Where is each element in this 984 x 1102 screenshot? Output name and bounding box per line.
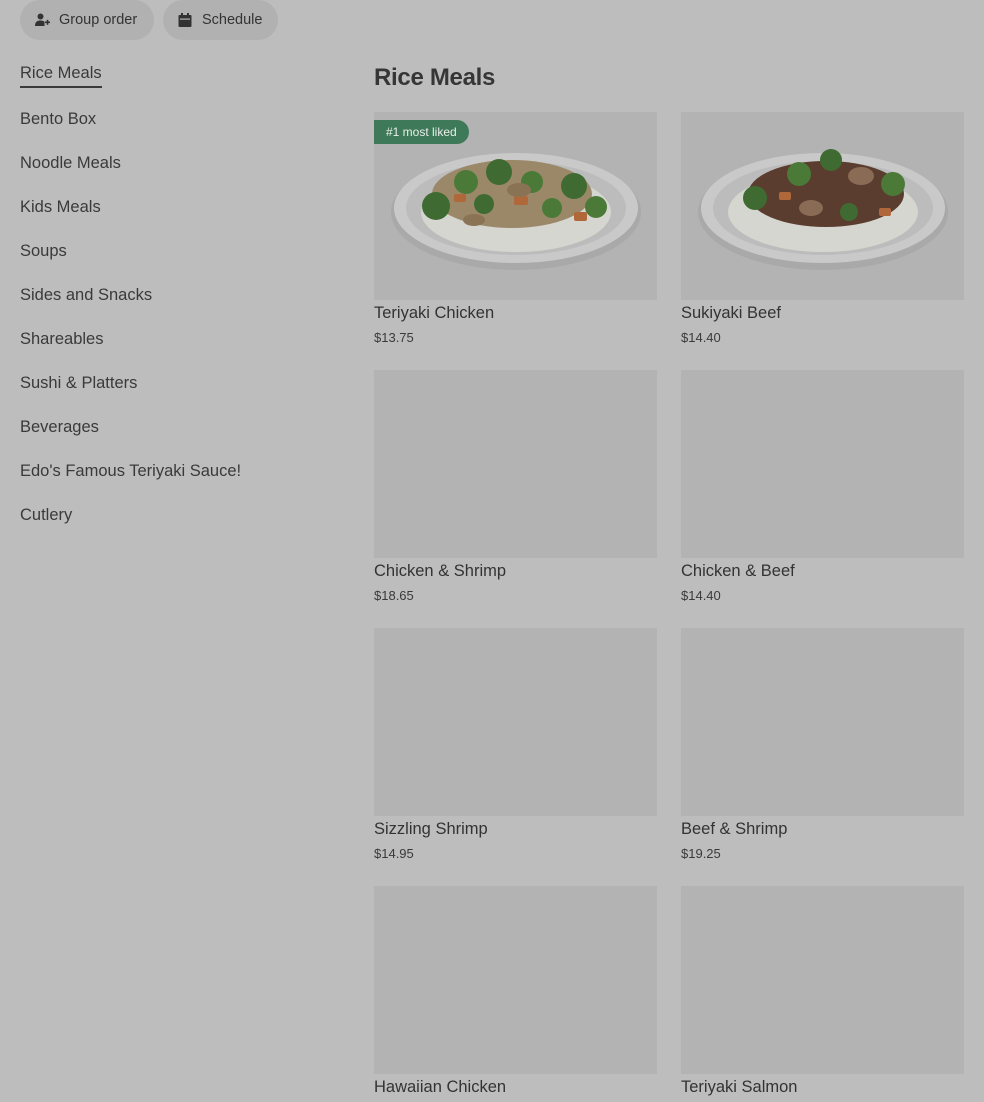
item-price: $14.40 [681,330,721,345]
item-image-placeholder [681,886,964,1074]
item-price: $18.65 [374,588,414,603]
item-image-placeholder [374,628,657,816]
item-image-placeholder [681,628,964,816]
schedule-button[interactable]: Schedule [163,0,278,40]
schedule-label: Schedule [202,12,263,28]
item-price: $14.40 [681,588,721,603]
item-name: Teriyaki Chicken [374,304,495,322]
item-name: Teriyaki Salmon [681,1078,798,1096]
menu-item-card[interactable]: Beef & Shrimp $19.25 [681,628,964,861]
sidebar-item-soups[interactable]: Soups [20,241,67,261]
item-name: Chicken & Shrimp [374,562,507,580]
page: Group order Schedule Rice Meals Bento Bo… [0,0,984,1102]
sidebar-item-cutlery[interactable]: Cutlery [20,505,72,525]
menu-item-card[interactable]: Sizzling Shrimp $14.95 [374,628,657,861]
calendar-icon [177,12,193,28]
item-image: #1 most liked [374,112,657,300]
sidebar-item-sushi-platters[interactable]: Sushi & Platters [20,373,137,393]
beef-rice-bowl-image [698,149,948,270]
item-name: Beef & Shrimp [681,820,788,838]
item-price: $13.75 [374,330,414,345]
menu-item-card[interactable]: Chicken & Shrimp $18.65 [374,370,657,603]
item-price: $14.95 [374,846,414,861]
item-name: Sizzling Shrimp [374,820,488,838]
add-person-icon [34,12,50,28]
item-price: $19.25 [681,846,721,861]
menu-item-card[interactable]: Chicken & Beef $14.40 [681,370,964,603]
sidebar-item-noodle-meals[interactable]: Noodle Meals [20,153,121,173]
item-image [681,112,964,300]
item-image-placeholder [374,370,657,558]
item-name: Chicken & Beef [681,562,795,580]
menu-item-card[interactable]: Sukiyaki Beef $14.40 [681,112,964,345]
group-order-label: Group order [59,12,138,28]
group-order-button[interactable]: Group order [20,0,154,40]
sidebar-item-beverages[interactable]: Beverages [20,417,99,437]
sidebar-item-sides-and-snacks[interactable]: Sides and Snacks [20,285,152,305]
section-title: Rice Meals [374,64,496,91]
menu-item-card[interactable]: Hawaiian Chicken [374,886,657,1096]
menu-item-card[interactable]: #1 most liked Teriyaki Chicken $13.75 [374,112,657,345]
item-image-placeholder [374,886,657,1074]
most-liked-badge: #1 most liked [374,120,469,144]
item-image-placeholder [681,370,964,558]
sidebar-item-teriyaki-sauce[interactable]: Edo's Famous Teriyaki Sauce! [20,461,241,481]
sidebar-item-rice-meals[interactable]: Rice Meals [20,63,102,88]
item-name: Sukiyaki Beef [681,304,781,322]
menu-item-card[interactable]: Teriyaki Salmon [681,886,964,1096]
item-name: Hawaiian Chicken [374,1078,507,1096]
sidebar-item-bento-box[interactable]: Bento Box [20,109,96,129]
sidebar-item-shareables[interactable]: Shareables [20,329,103,349]
sidebar-item-kids-meals[interactable]: Kids Meals [20,197,101,217]
